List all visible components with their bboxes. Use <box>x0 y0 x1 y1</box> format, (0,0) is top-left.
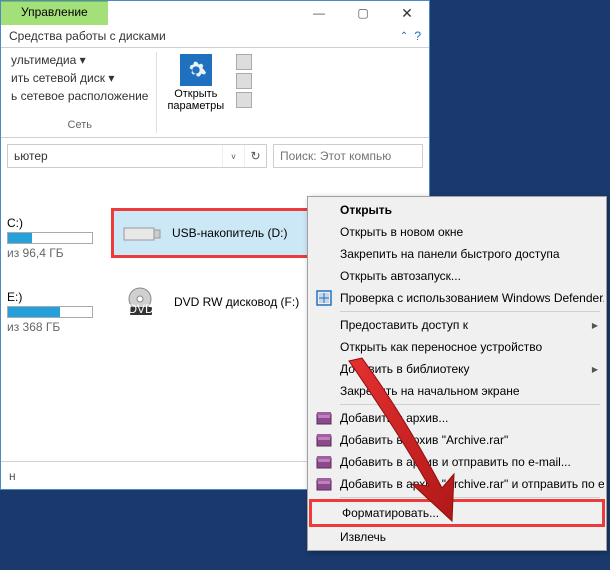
ribbon-right-controls: ⌃ ? <box>400 29 421 43</box>
help-icon[interactable]: ? <box>414 29 421 43</box>
ctx-item-windows-defender-scan[interactable]: Проверка с использованием Windows Defend… <box>310 287 604 309</box>
address-input[interactable]: ьютер v ↻ <box>7 144 267 168</box>
highlight-format: Форматировать... <box>309 499 605 527</box>
ctx-item-eject[interactable]: Извлечь <box>310 526 604 548</box>
ribbon-small-icons <box>232 52 256 114</box>
ctx-item-give-access-to[interactable]: Предоставить доступ к <box>310 314 604 336</box>
ctx-item-archive-rar-and-email[interactable]: Добавить в архив "Archive.rar" и отправи… <box>310 473 604 495</box>
ctx-item-open-as-portable[interactable]: Открыть как переносное устройство <box>310 336 604 358</box>
minimize-button[interactable]: — <box>297 1 341 25</box>
ribbon-button-label: Открыть параметры <box>167 88 224 112</box>
drive-usage-bar <box>7 232 93 244</box>
ribbon: ультимедиа ▾ ить сетевой диск ▾ ь сетево… <box>1 48 429 138</box>
close-button[interactable]: ✕ <box>385 1 429 25</box>
ctx-item-add-to-archive[interactable]: Добавить в архив... <box>310 407 604 429</box>
winrar-icon <box>314 475 334 493</box>
drive-usb-selected[interactable]: USB-накопитель (D:) <box>111 208 321 258</box>
ribbon-smallicon-1[interactable] <box>236 54 252 70</box>
ribbon-item-net-location[interactable]: ь сетевое расположение <box>9 88 150 104</box>
title-tabs: Управление — ▢ ✕ <box>1 1 429 25</box>
maximize-button[interactable]: ▢ <box>341 1 385 25</box>
ribbon-item-multimedia[interactable]: ультимедиа ▾ <box>9 52 88 68</box>
drive-free-text: из 96,4 ГБ <box>7 246 93 260</box>
svg-text:DVD: DVD <box>128 302 154 316</box>
ctx-item-add-to-archive-rar[interactable]: Добавить в архив "Archive.rar" <box>310 429 604 451</box>
drive-free-text: из 368 ГБ <box>7 320 93 334</box>
ctx-item-pin-start[interactable]: Закрепить на начальном экране <box>310 380 604 402</box>
ctx-separator <box>340 311 600 312</box>
ribbon-button-open-params[interactable]: Открыть параметры <box>163 52 228 114</box>
ribbon-item-map-drive[interactable]: ить сетевой диск ▾ <box>9 70 116 86</box>
gear-icon <box>180 54 212 86</box>
ctx-item-open-autoplay[interactable]: Открыть автозапуск... <box>310 265 604 287</box>
winrar-icon <box>314 453 334 471</box>
context-menu: Открыть Открыть в новом окне Закрепить н… <box>307 196 607 551</box>
drive-label: E:) <box>7 290 93 304</box>
ribbon-tab-label[interactable]: Средства работы с дисками <box>9 29 166 43</box>
ribbon-tab-row: Средства работы с дисками ⌃ ? <box>1 25 429 48</box>
ctx-item-open-new-window[interactable]: Открыть в новом окне <box>310 221 604 243</box>
drive-usage-bar <box>7 306 93 318</box>
address-text: ьютер <box>8 149 222 163</box>
ribbon-smallicon-3[interactable] <box>236 92 252 108</box>
search-input[interactable] <box>273 144 423 168</box>
ctx-item-add-to-library[interactable]: Добавить в библиотеку <box>310 358 604 380</box>
ribbon-group-network: ультимедиа ▾ ить сетевой диск ▾ ь сетево… <box>3 52 157 133</box>
tab-management[interactable]: Управление <box>1 1 108 25</box>
window-controls: — ▢ ✕ <box>297 1 429 25</box>
ctx-item-pin-quick-access[interactable]: Закрепить на панели быстрого доступа <box>310 243 604 265</box>
ctx-separator <box>340 404 600 405</box>
chevron-up-icon[interactable]: ⌃ <box>400 31 408 42</box>
winrar-icon <box>314 409 334 427</box>
winrar-icon <box>314 431 334 449</box>
drive-label: USB-накопитель (D:) <box>172 226 287 240</box>
ctx-item-archive-and-email[interactable]: Добавить в архив и отправить по e-mail..… <box>310 451 604 473</box>
address-bar: ьютер v ↻ <box>1 138 429 174</box>
ctx-separator <box>340 497 600 498</box>
status-text: н <box>9 469 16 483</box>
drive-label: C:) <box>7 216 93 230</box>
drive-label: DVD RW дисковод (F:) <box>174 295 299 309</box>
ctx-item-format[interactable]: Форматировать... <box>312 502 602 524</box>
dvd-drive-icon: DVD <box>122 286 166 318</box>
address-dropdown-icon[interactable]: v <box>222 145 244 167</box>
ctx-item-open[interactable]: Открыть <box>310 199 604 221</box>
ribbon-group-system: Открыть параметры <box>157 52 262 133</box>
refresh-icon[interactable]: ↻ <box>244 145 266 167</box>
usb-drive-icon <box>120 217 164 249</box>
ribbon-smallicon-2[interactable] <box>236 73 252 89</box>
shield-icon <box>314 289 334 307</box>
drive-dvd[interactable]: DVD DVD RW дисковод (F:) <box>116 280 316 324</box>
ribbon-group-label-network: Сеть <box>9 117 150 133</box>
